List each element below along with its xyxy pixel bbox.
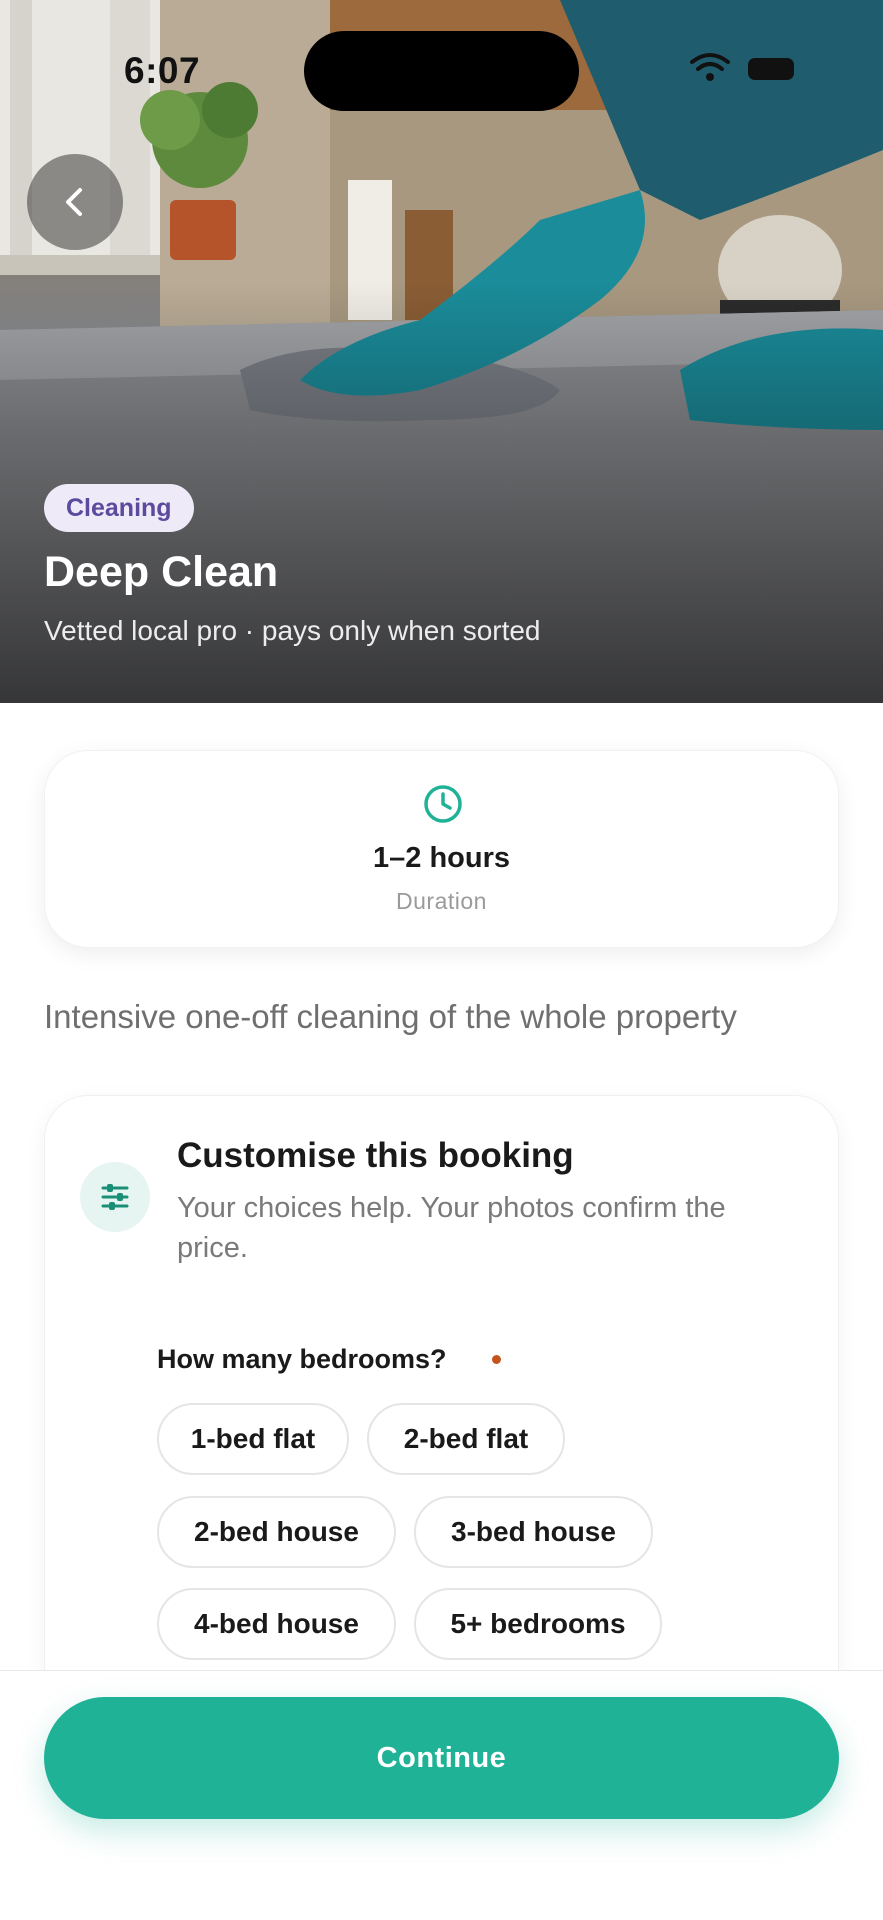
service-description: Intensive one-off cleaning of the whole … — [44, 998, 737, 1035]
back-button[interactable] — [27, 154, 123, 250]
duration-value: 1–2 hours — [373, 842, 510, 874]
option-4-bed-house[interactable]: 4-bed house — [157, 1588, 396, 1660]
chevron-left-icon — [66, 188, 82, 216]
clock-icon — [424, 785, 462, 823]
service-subtitle: Vetted local pro · pays only when sorted — [44, 615, 541, 646]
dynamic-island — [304, 31, 579, 111]
bedrooms-question: How many bedrooms? — [157, 1344, 447, 1374]
category-badge: Cleaning — [44, 484, 194, 532]
wifi-icon — [690, 53, 730, 81]
customise-title: Customise this booking — [177, 1136, 574, 1175]
bottom-action-bar: Continue — [0, 1670, 883, 1920]
duration-label: Duration — [396, 888, 487, 914]
option-2-bed-flat[interactable]: 2-bed flat — [367, 1403, 565, 1475]
service-title: Deep Clean — [44, 548, 279, 596]
sliders-icon — [101, 1184, 129, 1210]
continue-button[interactable]: Continue — [44, 1697, 839, 1819]
option-2-bed-house[interactable]: 2-bed house — [157, 1496, 396, 1568]
sliders-badge — [80, 1162, 150, 1232]
duration-card: 1–2 hours Duration — [44, 750, 839, 948]
hero-image: 6:07 Cleaning Deep Clean Vetted local pr… — [0, 0, 883, 703]
battery-icon — [748, 58, 794, 80]
option-5-plus-bedrooms[interactable]: 5+ bedrooms — [414, 1588, 662, 1660]
status-time: 6:07 — [124, 50, 201, 91]
customise-subtitle: Your choices help. Your photos confirm t… — [177, 1192, 726, 1264]
option-1-bed-flat[interactable]: 1-bed flat — [157, 1403, 349, 1475]
option-3-bed-house[interactable]: 3-bed house — [414, 1496, 653, 1568]
required-indicator — [492, 1355, 501, 1364]
